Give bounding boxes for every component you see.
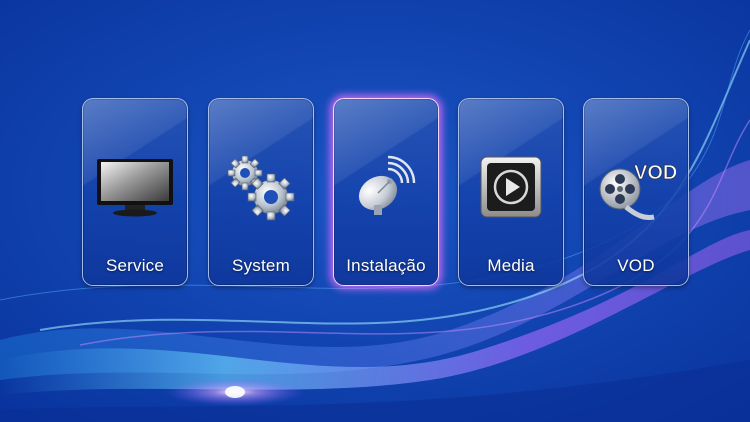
menu-item-label: Media bbox=[487, 256, 535, 275]
menu-item-service[interactable]: Service bbox=[82, 98, 188, 286]
play-icon bbox=[480, 156, 542, 218]
menu-item-system[interactable]: System bbox=[208, 98, 314, 286]
satellite-dish-icon bbox=[358, 155, 416, 215]
menu-item-media[interactable]: Media bbox=[458, 98, 564, 286]
menu-item-vod[interactable]: VOD VOD bbox=[583, 98, 689, 286]
tv-icon bbox=[97, 159, 173, 217]
menu-item-label: VOD bbox=[617, 256, 655, 275]
menu-item-label: System bbox=[232, 256, 290, 275]
film-reel-vod-icon: VOD bbox=[599, 162, 676, 220]
menu-item-instalacao[interactable]: Instalação bbox=[333, 98, 439, 286]
gears-icon bbox=[227, 155, 295, 221]
menu-item-label: Instalação bbox=[346, 256, 426, 275]
main-menu: Service System Instalação Media VOD VOD bbox=[0, 0, 750, 422]
menu-item-label: Service bbox=[105, 256, 165, 275]
vod-icon-text: VOD bbox=[634, 162, 676, 184]
